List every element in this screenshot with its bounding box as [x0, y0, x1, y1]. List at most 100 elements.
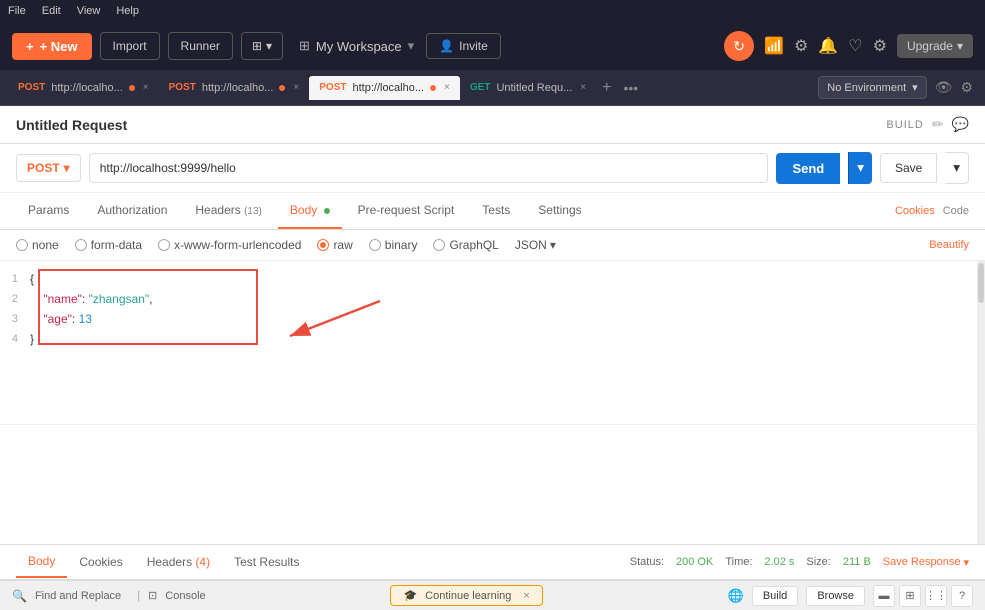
env-chevron-icon: ▾	[912, 81, 918, 94]
req-tab-tests[interactable]: Tests	[470, 193, 522, 229]
code-editor[interactable]: 1 { 2 "name": "zhangsan", 3 "age": 13 4 …	[0, 261, 985, 424]
heart-icon[interactable]: ♡	[848, 36, 862, 56]
beautify-button[interactable]: Beautify	[929, 239, 969, 251]
response-status-bar: Status: 200 OK Time: 2.02 s Size: 211 B …	[630, 556, 969, 569]
browse-button[interactable]: Browse	[806, 586, 865, 606]
save-button[interactable]: Save	[880, 153, 937, 183]
menu-help[interactable]: Help	[116, 5, 139, 17]
console-button[interactable]: Console	[165, 590, 205, 602]
save-response-label: Save Response	[883, 556, 961, 568]
send-dropdown-button[interactable]: ▾	[848, 152, 872, 184]
console-icon: ⊡	[148, 589, 157, 602]
req-tab-body[interactable]: Body	[278, 193, 342, 229]
body-option-urlencoded[interactable]: x-www-form-urlencoded	[158, 238, 301, 252]
bottom-bar: 🔍 Find and Replace | ⊡ Console 🎓 Continu…	[0, 580, 985, 610]
signal-icon[interactable]: 📶	[764, 36, 784, 56]
method-select[interactable]: POST ▾	[16, 154, 81, 182]
menu-view[interactable]: View	[77, 5, 101, 17]
editor-scrollbar[interactable]	[977, 261, 985, 424]
settings2-icon[interactable]: ⚙	[873, 36, 887, 56]
invite-button[interactable]: 👤 Invite	[426, 33, 501, 59]
tab-3-close[interactable]: ×	[444, 82, 450, 93]
view-columns-icon[interactable]: ⋮⋮	[925, 585, 947, 607]
resp-tab-testresults[interactable]: Test Results	[222, 547, 311, 577]
tab-2-close[interactable]: ×	[293, 82, 299, 93]
save-dropdown-button[interactable]: ▾	[945, 152, 969, 184]
settings-sliders-icon[interactable]: ⚙	[960, 79, 973, 96]
url-bar: POST ▾ Send ▾ Save ▾	[0, 144, 985, 193]
bottom-right: 🌐 Build Browse ▬ ⊞ ⋮⋮ ?	[728, 585, 973, 607]
resp-tab-headers[interactable]: Headers (4)	[135, 547, 222, 577]
menu-file[interactable]: File	[8, 5, 26, 17]
line-content-2: "name": "zhangsan",	[30, 289, 985, 309]
tab-4[interactable]: GET Untitled Requ... ×	[460, 76, 596, 100]
continue-close-button[interactable]: ×	[523, 590, 529, 602]
bell-icon[interactable]: 🔔	[818, 36, 838, 56]
build-button[interactable]: Build	[752, 586, 798, 606]
save-response-button[interactable]: Save Response ▾	[883, 556, 969, 569]
tab-4-method: GET	[470, 82, 491, 93]
line-num-3: 3	[0, 309, 30, 329]
tab-1[interactable]: POST http://localho... ×	[8, 76, 159, 100]
json-type-dropdown[interactable]: JSON ▾	[515, 238, 556, 252]
help-icon[interactable]: ?	[951, 585, 973, 607]
layout-button[interactable]: ⊞ ▾	[241, 32, 283, 60]
tab-4-close[interactable]: ×	[580, 82, 586, 93]
resp-tab-body[interactable]: Body	[16, 546, 67, 578]
url-input[interactable]	[89, 153, 769, 183]
req-tab-params[interactable]: Params	[16, 193, 81, 229]
eye-icon[interactable]: 👁	[935, 79, 953, 96]
sync-button[interactable]: ↻	[724, 31, 754, 61]
line-num-4: 4	[0, 329, 30, 349]
environment-select[interactable]: No Environment ▾	[818, 76, 926, 99]
body-option-binary[interactable]: binary	[369, 238, 418, 252]
response-scrollbar[interactable]	[977, 425, 985, 544]
tabs-bar: POST http://localho... × POST http://loc…	[0, 70, 806, 106]
divider-1: |	[137, 590, 140, 602]
body-option-raw[interactable]: raw	[317, 238, 352, 252]
import-button[interactable]: Import	[100, 32, 160, 60]
time-label: Time:	[725, 556, 752, 568]
bottom-left: 🔍 Find and Replace | ⊡ Console	[12, 589, 206, 603]
new-button[interactable]: + + New	[12, 33, 92, 60]
continue-learning-label[interactable]: Continue learning	[425, 590, 511, 602]
gear-icon[interactable]: ⚙	[794, 36, 808, 56]
menu-edit[interactable]: Edit	[42, 5, 61, 17]
chevron-down-icon: ▾	[266, 39, 272, 53]
view-split-icon[interactable]: ⊞	[899, 585, 921, 607]
upgrade-button[interactable]: Upgrade ▾	[897, 34, 973, 58]
radio-raw	[317, 239, 329, 251]
add-tab-button[interactable]: +	[596, 79, 617, 97]
req-tab-authorization[interactable]: Authorization	[85, 193, 179, 229]
resp-tab-cookies[interactable]: Cookies	[67, 547, 134, 577]
body-option-none[interactable]: none	[16, 238, 59, 252]
find-replace-button[interactable]: Find and Replace	[35, 590, 121, 602]
workspace-button[interactable]: ⊞ My Workspace ▾	[299, 38, 414, 54]
size-label: Size:	[806, 556, 830, 568]
workspace-grid-icon: ⊞	[299, 38, 310, 54]
edit-icon[interactable]: ✏	[932, 116, 944, 133]
save-response-chevron-icon: ▾	[963, 556, 969, 569]
cookies-link[interactable]: Cookies	[895, 205, 935, 217]
tab-3[interactable]: POST http://localho... ×	[309, 76, 460, 100]
more-tabs-button[interactable]: •••	[617, 80, 644, 96]
tab-1-dot	[129, 85, 135, 91]
mortarboard-icon: 🎓	[403, 589, 417, 602]
tab-3-url: http://localho...	[352, 82, 424, 94]
send-button[interactable]: Send	[776, 153, 840, 184]
comment-icon[interactable]: 💬	[952, 116, 969, 133]
radio-none	[16, 239, 28, 251]
req-tab-prerequest[interactable]: Pre-request Script	[346, 193, 467, 229]
code-link[interactable]: Code	[943, 205, 969, 217]
radio-formdata	[75, 239, 87, 251]
request-header: Untitled Request BUILD ✏ 💬	[0, 106, 985, 144]
editor-wrapper: 1 { 2 "name": "zhangsan", 3 "age": 13 4 …	[0, 261, 985, 544]
body-option-graphql[interactable]: GraphQL	[433, 238, 498, 252]
view-single-icon[interactable]: ▬	[873, 585, 895, 607]
req-tab-settings[interactable]: Settings	[526, 193, 593, 229]
body-option-formdata[interactable]: form-data	[75, 238, 142, 252]
tab-1-close[interactable]: ×	[143, 82, 149, 93]
runner-button[interactable]: Runner	[168, 32, 233, 60]
tab-2[interactable]: POST http://localho... ×	[159, 76, 310, 100]
req-tab-headers[interactable]: Headers (13)	[183, 193, 274, 229]
